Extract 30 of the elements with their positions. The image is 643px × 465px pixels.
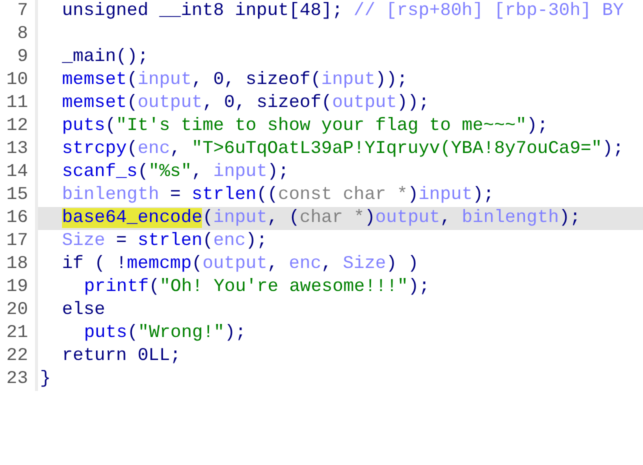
code-line: unsigned __int8 input[48]; // [rsp+80h] [rbp-30h] BY bbox=[61, 0, 625, 23]
line-number: 21 bbox=[0, 322, 38, 345]
line-number: 14 bbox=[0, 161, 38, 184]
line-number: 13 bbox=[0, 138, 38, 161]
line-number: 11 bbox=[0, 92, 38, 115]
code-line: memset(output, 0, sizeof(output)); bbox=[61, 92, 430, 115]
line-number: 17 bbox=[0, 230, 38, 253]
code-line: binlength = strlen((const char *)input); bbox=[61, 184, 496, 207]
code-line: _main(); bbox=[61, 46, 150, 69]
code-line: scanf_s("%s", input); bbox=[61, 161, 290, 184]
code-line: if ( !memcmp(output, enc, Size) ) bbox=[61, 253, 420, 276]
line-number: 23 bbox=[0, 368, 38, 391]
line-number: 19 bbox=[0, 276, 38, 299]
code-line: return 0LL; bbox=[61, 345, 182, 368]
code-line: strcpy(enc, "T>6uTqOatL39aP!YIqruyv(YBA!8y7ouCa9="); bbox=[61, 138, 625, 161]
line-number: 18 bbox=[0, 253, 38, 276]
line-number: 12 bbox=[0, 115, 38, 138]
code-line: else bbox=[61, 299, 106, 322]
code-line: memset(input, 0, sizeof(input)); bbox=[61, 69, 409, 92]
code-line: puts("Wrong!"); bbox=[83, 322, 248, 345]
line-number: 7 bbox=[0, 0, 38, 23]
code-line: puts("It's time to show your flag to me~~~"); bbox=[61, 115, 550, 138]
line-number: 8 bbox=[0, 23, 38, 46]
line-number: 10 bbox=[0, 69, 38, 92]
line-number: 22 bbox=[0, 345, 38, 368]
code-line: printf("Oh! You're awesome!!!"); bbox=[83, 276, 431, 299]
code-line: Size = strlen(enc); bbox=[61, 230, 268, 253]
line-number: 9 bbox=[0, 46, 38, 69]
code-line: } bbox=[39, 368, 52, 391]
line-number: 20 bbox=[0, 299, 38, 322]
